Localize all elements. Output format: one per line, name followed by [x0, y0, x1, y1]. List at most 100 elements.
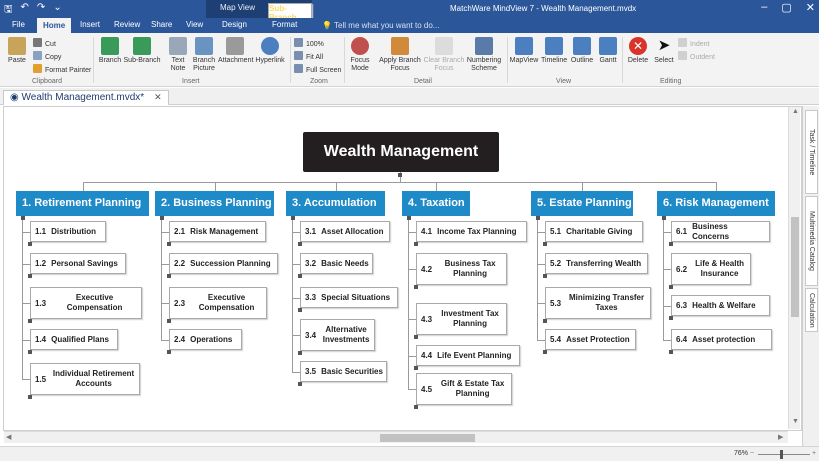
timeline-button[interactable]: Timeline: [541, 37, 567, 65]
zoom-in-icon[interactable]: +: [812, 450, 816, 457]
sub-branch-handle[interactable]: [543, 319, 547, 323]
sub-branch-handle[interactable]: [669, 242, 673, 246]
tab-file[interactable]: File: [12, 20, 25, 29]
tell-me-box[interactable]: 💡 Tell me what you want to do...: [322, 21, 439, 30]
tab-insert[interactable]: Insert: [80, 20, 100, 29]
tab-design[interactable]: Design: [222, 20, 247, 29]
sub-branch-topic[interactable]: 2.2 Succession Planning: [169, 253, 278, 274]
main-branch[interactable]: 1. Retirement Planning: [16, 191, 149, 216]
sub-branch-topic[interactable]: 5.2 Transferring Wealth: [545, 253, 648, 274]
sub-branch-topic[interactable]: 1.3 Executive Compensation: [30, 287, 142, 319]
numbering-scheme-button[interactable]: Numbering Scheme: [465, 37, 503, 73]
vertical-scroll-thumb[interactable]: [791, 217, 799, 317]
sub-branch-handle[interactable]: [543, 350, 547, 354]
mapview-button[interactable]: MapView: [509, 37, 539, 65]
sub-branch-button[interactable]: Sub-Branch: [123, 37, 161, 65]
format-painter-button[interactable]: Format Painter: [33, 64, 91, 74]
tab-review[interactable]: Review: [114, 20, 140, 29]
branch-picture-button[interactable]: Branch Picture: [190, 37, 218, 73]
branch-handle[interactable]: [160, 216, 164, 220]
document-tab[interactable]: ◉ Wealth Management.mvdx* ✕: [3, 90, 169, 105]
close-button[interactable]: ✕: [806, 1, 815, 14]
branch-handle[interactable]: [407, 216, 411, 220]
tab-home[interactable]: Home: [37, 18, 72, 33]
sub-branch-topic[interactable]: 3.2 Basic Needs: [300, 253, 373, 274]
outdent-button[interactable]: Outdent: [678, 51, 715, 61]
sub-branch-topic[interactable]: 1.1 Distribution: [30, 221, 106, 242]
text-note-button[interactable]: Text Note: [166, 37, 190, 73]
apply-branch-focus-button[interactable]: Apply Branch Focus: [378, 37, 422, 73]
focus-mode-button[interactable]: Focus Mode: [346, 37, 374, 73]
sub-branch-topic[interactable]: 6.3 Health & Welfare: [671, 295, 770, 316]
sub-branch-topic[interactable]: 5.1 Charitable Giving: [545, 221, 643, 242]
root-topic[interactable]: Wealth Management: [303, 132, 499, 172]
sub-branch-handle[interactable]: [167, 242, 171, 246]
zoom-out-icon[interactable]: −: [750, 450, 754, 457]
scroll-left-icon[interactable]: ◀: [6, 433, 11, 441]
sub-branch-topic[interactable]: 6.1 Business Concerns: [671, 221, 770, 242]
maximize-button[interactable]: ▢: [781, 1, 791, 14]
sub-branch-handle[interactable]: [669, 350, 673, 354]
root-handle[interactable]: [398, 173, 402, 177]
sub-branch-handle[interactable]: [28, 395, 32, 399]
sub-branch-handle[interactable]: [167, 350, 171, 354]
tab-share[interactable]: Share: [151, 20, 172, 29]
vertical-scrollbar[interactable]: ▲ ▼: [788, 107, 800, 429]
sub-branch-handle[interactable]: [298, 308, 302, 312]
full-screen-button[interactable]: Full Screen: [294, 64, 341, 74]
branch-button[interactable]: Branch: [97, 37, 123, 65]
sub-branch-topic[interactable]: 5.4 Asset Protection: [545, 329, 636, 350]
sub-branch-topic[interactable]: 6.2 Life & Health Insurance: [671, 253, 751, 285]
main-branch[interactable]: 4. Taxation: [402, 191, 470, 216]
main-branch[interactable]: 5. Estate Planning: [531, 191, 633, 216]
side-tab-multimedia-catalog[interactable]: Multimedia Catalog: [805, 196, 818, 286]
tab-view[interactable]: View: [186, 20, 203, 29]
sub-branch-topic[interactable]: 1.4 Qualified Plans: [30, 329, 118, 350]
sub-branch-handle[interactable]: [414, 405, 418, 409]
copy-button[interactable]: Copy: [33, 51, 61, 61]
zoom-100-button[interactable]: 100%: [294, 38, 324, 48]
main-branch[interactable]: 6. Risk Management: [657, 191, 775, 216]
save-icon[interactable]: 🖫: [4, 2, 13, 19]
sub-branch-topic[interactable]: 3.1 Asset Allocation: [300, 221, 390, 242]
sub-branch-handle[interactable]: [298, 242, 302, 246]
sub-branch-topic[interactable]: 2.4 Operations: [169, 329, 242, 350]
outline-button[interactable]: Outline: [569, 37, 595, 65]
fit-all-button[interactable]: Fit All: [294, 51, 323, 61]
sub-branch-topic[interactable]: 6.4 Asset protection: [671, 329, 772, 350]
sub-branch-handle[interactable]: [167, 274, 171, 278]
side-tab-task-timeline[interactable]: Task / Timeline: [805, 110, 818, 194]
sub-branch-handle[interactable]: [298, 382, 302, 386]
sub-branch-handle[interactable]: [298, 351, 302, 355]
tab-format[interactable]: Format: [272, 20, 297, 29]
branch-handle[interactable]: [536, 216, 540, 220]
close-tab-icon[interactable]: ✕: [154, 92, 162, 102]
paste-button[interactable]: Paste: [6, 37, 28, 65]
zoom-slider[interactable]: [758, 454, 810, 455]
side-tab-calculation[interactable]: Calculation: [805, 288, 818, 332]
sub-branch-handle[interactable]: [414, 366, 418, 370]
hyperlink-button[interactable]: Hyperlink: [253, 37, 287, 65]
sub-branch-topic[interactable]: 1.5 Individual Retirement Accounts: [30, 363, 140, 395]
attachment-button[interactable]: Attachment: [218, 37, 253, 65]
sub-branch-topic[interactable]: 2.1 Risk Management: [169, 221, 266, 242]
sub-branch-handle[interactable]: [298, 274, 302, 278]
sub-branch-topic[interactable]: 3.4 Alternative Investments: [300, 319, 375, 351]
branch-handle[interactable]: [21, 216, 25, 220]
indent-button[interactable]: Indent: [678, 38, 709, 48]
sub-branch-topic[interactable]: 4.1 Income Tax Planning: [416, 221, 527, 242]
sub-branch-handle[interactable]: [28, 319, 32, 323]
main-branch[interactable]: 2. Business Planning: [155, 191, 274, 216]
sub-branch-topic[interactable]: 3.3 Special Situations: [300, 287, 398, 308]
delete-button[interactable]: ✕ Delete: [625, 37, 651, 65]
branch-handle[interactable]: [291, 216, 295, 220]
gantt-button[interactable]: Gantt: [597, 37, 619, 65]
horizontal-scrollbar[interactable]: ◀ ▶: [4, 431, 788, 443]
sub-branch-handle[interactable]: [28, 274, 32, 278]
sub-branch-handle[interactable]: [543, 242, 547, 246]
main-branch[interactable]: 3. Accumulation: [286, 191, 385, 216]
scroll-down-icon[interactable]: ▼: [792, 418, 799, 425]
undo-icon[interactable]: ↶: [21, 2, 29, 19]
sub-branch-topic[interactable]: 5.3 Minimizing Transfer Taxes: [545, 287, 651, 319]
select-button[interactable]: ➤ Select: [653, 37, 675, 65]
